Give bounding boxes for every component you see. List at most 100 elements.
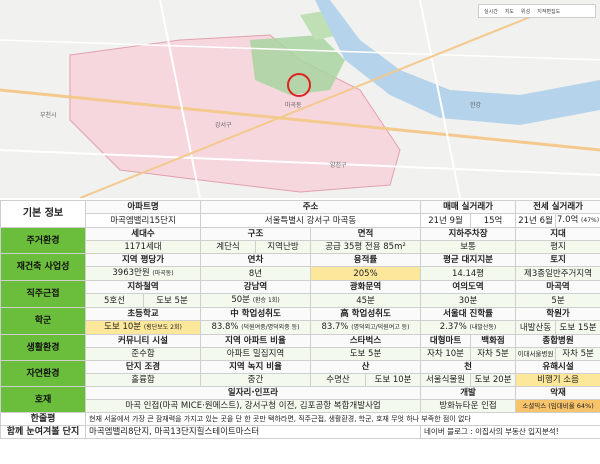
snu-note: (내발산동) [469, 324, 497, 331]
starbucks-time: 도보 5분 [309, 347, 422, 361]
academy-header: 학원가 [515, 307, 600, 321]
map-controls: 실시간 지도 위성 지적편집도 [478, 4, 596, 18]
map-control-map[interactable]: 지도 [503, 8, 516, 15]
development: 방화뉴타운 인접 [420, 399, 517, 413]
map-label: 한강 [470, 102, 482, 109]
gangnam-time-value: 50분 [231, 295, 250, 305]
parking: 보통 [420, 240, 517, 254]
section-review: 한줄평 [0, 412, 86, 426]
households-header: 세대수 [85, 227, 201, 241]
high-score: 83.7% (명덕외고/덕원여고 등) [309, 320, 422, 335]
elementary-header: 초등학교 [85, 307, 201, 321]
high-score-value: 83.7% [321, 322, 349, 332]
area: 공급 35평 전용 85m² [309, 240, 422, 254]
map-control-cadastral[interactable]: 지적편집도 [535, 8, 562, 15]
apt-ratio: 아파트 밀집지역 [200, 347, 311, 361]
middle-score: 83.8% (덕원여중/명덕외중 등) [200, 320, 311, 335]
age-header: 연차 [200, 253, 311, 267]
elementary-time-value: 도보 10분 [104, 322, 142, 332]
mart-header: 대형마트 [420, 334, 472, 348]
mountain-time: 도보 10분 [364, 373, 422, 387]
magok-time: 5분 [515, 293, 600, 308]
dept-header: 백화점 [470, 334, 517, 348]
land-share: 14.14평 [420, 266, 517, 281]
land: 평지 [515, 240, 600, 254]
households: 1171세대 [85, 240, 201, 254]
land-header: 지대 [515, 227, 600, 241]
middle-score-value: 83.8% [211, 322, 239, 332]
negative-factor: 소셜믹스 (임대비율 64%) [515, 399, 600, 413]
snu-rate-value: 2.37% [439, 322, 467, 332]
yeouido-header: 여의도역 [420, 280, 517, 294]
apt-name: 마곡엠밸리15단지 [85, 213, 201, 228]
section-living: 생활환경 [0, 334, 86, 361]
gangnam-time: 50분 (환승 1회) [200, 293, 311, 308]
landscape: 훌륭함 [85, 373, 201, 387]
apartment-info-table: 기본 정보 아파트명 주소 매매 실거래가 전세 실거래가 마곡엠밸리15단지 … [0, 200, 600, 439]
magok-header: 마곡역 [515, 280, 600, 294]
community: 준수함 [85, 347, 201, 361]
gangnam-note: (환승 1회) [252, 297, 280, 304]
parking-header: 지하주차장 [420, 227, 517, 241]
stream-name: 서울식물원 [420, 373, 472, 387]
map-label: 양천구 [330, 162, 347, 169]
gangnam-header: 강남역 [200, 280, 311, 294]
stream-time: 도보 20분 [470, 373, 517, 387]
subway-line: 5호선 [85, 293, 144, 308]
high-header: 高 학업성취도 [309, 307, 422, 321]
sale-price: 15억 [470, 213, 517, 228]
section-basic-info: 기본 정보 [0, 200, 86, 228]
jobs-header: 일자리·인프라 [84, 386, 422, 400]
floor-area-ratio: 205% [309, 266, 422, 281]
rent-price: 7.0억 (47%) [555, 213, 600, 228]
community-header: 커뮤니티 시설 [85, 334, 201, 348]
map-view[interactable]: 부천시 양천구 강서구 마곡동 한강 실시간 지도 위성 지적편집도 [0, 0, 600, 198]
area-header: 면적 [309, 227, 422, 241]
map-control-satellite[interactable]: 위성 [519, 8, 532, 15]
area-price: 3963만원 (마곡동) [85, 266, 201, 281]
rent-price-header: 전세 실거래가 [515, 200, 600, 214]
section-school: 학군 [0, 307, 86, 335]
gwanghwamun-time: 45분 [309, 293, 422, 308]
hazard: 비행기 소음 [515, 373, 600, 387]
hospital-name: 이대서울병원 [515, 347, 557, 361]
rent-date: 21년 6월 [515, 213, 557, 228]
section-positive: 호재 [0, 386, 86, 413]
jobs-infra: 마곡 인접(마곡 MICE·원메스트), 강서구청 이전, 김포공항 복합개발사… [84, 399, 422, 413]
section-rebuild: 재건축 사업성 [0, 253, 86, 281]
area-price-note: (마곡동) [152, 270, 174, 277]
price-header: 지역 평당가 [85, 253, 201, 267]
map-label: 부천시 [40, 112, 57, 119]
sale-date: 21년 9월 [420, 213, 472, 228]
hospital-header: 종합병원 [515, 334, 600, 348]
area-price-value: 3963만원 [112, 268, 150, 278]
elementary-time: 도보 10분 (횡단보도 2회) [85, 320, 201, 335]
zone-header: 토지 [515, 253, 600, 267]
starbucks-header: 스타벅스 [309, 334, 422, 348]
apt-ratio-header: 지역 아파트 비율 [200, 334, 311, 348]
address: 서울특별시 강서구 마곡동 [199, 213, 422, 228]
yeouido-time: 30분 [420, 293, 517, 308]
middle-header: 中 학업성취도 [200, 307, 311, 321]
far-header: 용적률 [309, 253, 422, 267]
mart-time: 자차 10분 [420, 347, 472, 361]
mountain-header: 산 [309, 360, 422, 374]
hazard-header: 유해시설 [515, 360, 600, 374]
rent-price-value: 7.0억 [557, 215, 579, 225]
map-control-realtime[interactable]: 실시간 [482, 8, 500, 15]
address-header: 주소 [199, 200, 422, 214]
heating-type: 지역난방 [255, 240, 311, 254]
land-share-header: 평균 대지지분 [420, 253, 517, 267]
hospital-time: 자차 5분 [555, 347, 600, 361]
section-compare: 함께 눈여겨볼 단지 [0, 425, 86, 439]
negative-header: 악재 [515, 386, 600, 400]
gwanghwamun-header: 광화문역 [309, 280, 422, 294]
stream-header: 천 [420, 360, 517, 374]
snu-header: 서울대 진학률 [420, 307, 517, 321]
section-commute: 직주근접 [0, 280, 86, 308]
blog-credit: 네이버 블로그 : 이집사의 부동산 입지분석! [420, 425, 600, 439]
map-label: 강서구 [215, 122, 232, 129]
section-nature: 자연환경 [0, 360, 86, 387]
high-note: (명덕외고/덕원여고 등) [351, 324, 410, 331]
section-housing: 주거환경 [0, 227, 86, 254]
